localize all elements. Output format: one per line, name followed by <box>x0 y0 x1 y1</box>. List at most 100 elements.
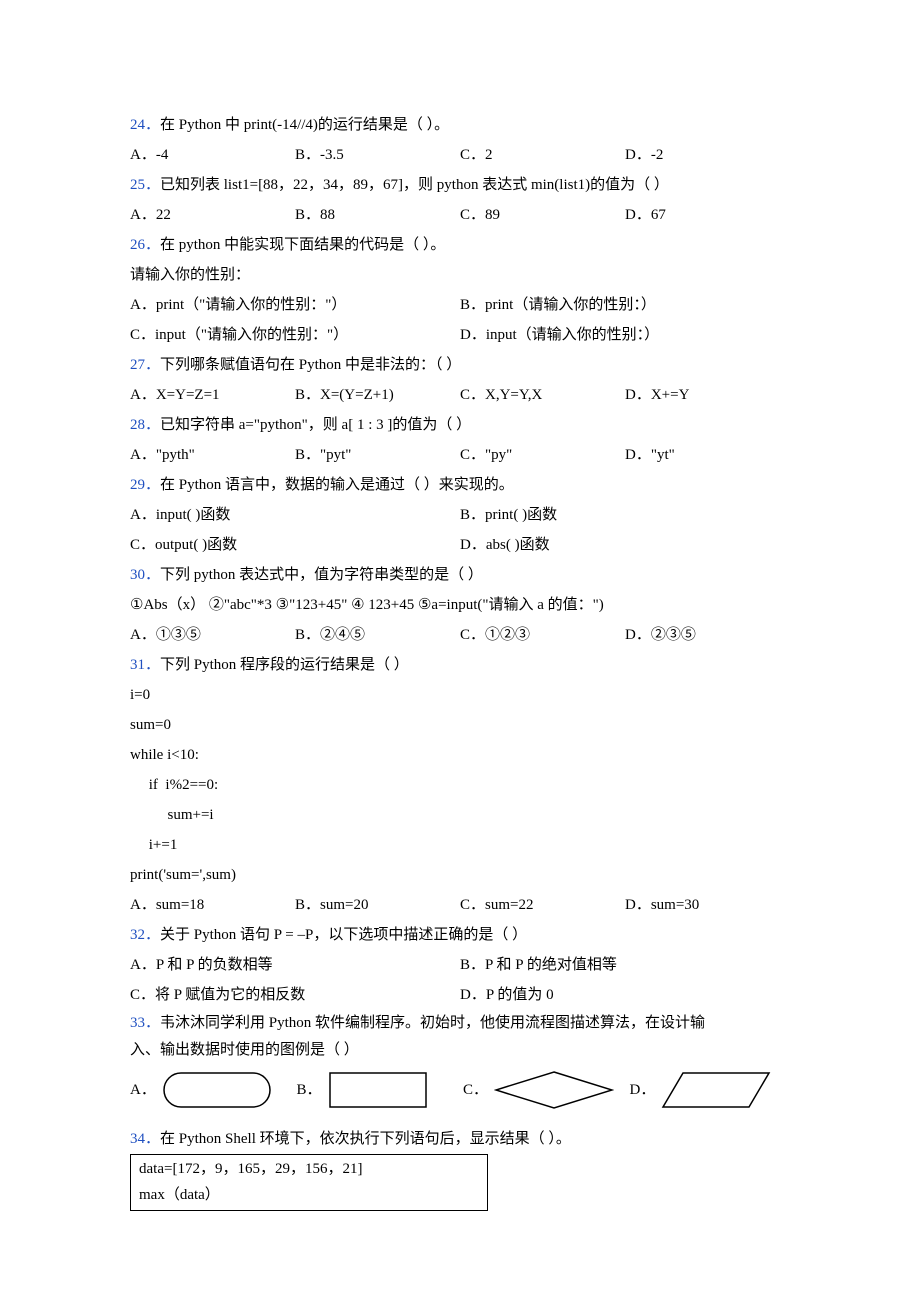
qnum-29: 29． <box>130 477 160 493</box>
opt-32-a: A．P 和 P 的负数相等 <box>130 950 460 980</box>
opt-27-d: D．X+=Y <box>625 380 790 410</box>
options-31: A．sum=18 B．sum=20 C．sum=22 D．sum=30 <box>130 890 790 920</box>
qnum-25: 25． <box>130 177 160 193</box>
options-33: A． B． C． D． <box>130 1070 790 1110</box>
opt-28-c: C．"py" <box>460 440 625 470</box>
question-28: 28．已知字符串 a="python"，则 a[ 1 : 3 ]的值为（ ） <box>130 410 790 440</box>
qtext-34: 在 Python Shell 环境下，依次执行下列语句后，显示结果（ ）。 <box>160 1131 571 1147</box>
question-32: 32．关于 Python 语句 P = –P，以下选项中描述正确的是（ ） <box>130 920 790 950</box>
question-31: 31．下列 Python 程序段的运行结果是（ ） <box>130 650 790 680</box>
diamond-icon <box>494 1070 614 1110</box>
opt-33-a: A． <box>130 1071 291 1109</box>
code-31-1: i=0 <box>130 680 790 710</box>
opt-32-c: C．将 P 赋值为它的相反数 <box>130 980 460 1010</box>
opt-30-c: C．①②③ <box>460 620 625 650</box>
qtext-28: 已知字符串 a="python"，则 a[ 1 : 3 ]的值为（ ） <box>160 417 471 433</box>
options-32-row1: A．P 和 P 的负数相等 B．P 和 P 的绝对值相等 <box>130 950 790 980</box>
code-31-3: while i<10: <box>130 740 790 770</box>
qtext-27: 下列哪条赋值语句在 Python 中是非法的：（ ） <box>160 357 461 373</box>
qtext-30: 下列 python 表达式中，值为字符串类型的是（ ） <box>160 567 483 583</box>
qtext-24: 在 Python 中 print(-14//4)的运行结果是（ ）。 <box>160 117 449 133</box>
code-31-4: if i%2==0: <box>130 770 790 800</box>
qtext-33-2: 入、输出数据时使用的图例是（ ） <box>130 1037 790 1064</box>
opt-28-b: B．"pyt" <box>295 440 460 470</box>
opt-33-b: B． <box>297 1071 458 1109</box>
opt-24-a: A．-4 <box>130 140 295 170</box>
options-29-row2: C．output( )函数 D．abs( )函数 <box>130 530 790 560</box>
opt-32-b: B．P 和 P 的绝对值相等 <box>460 950 790 980</box>
opt-27-b: B．X=(Y=Z+1) <box>295 380 460 410</box>
options-30: A．①③⑤ B．②④⑤ C．①②③ D．②③⑤ <box>130 620 790 650</box>
opt-30-d: D．②③⑤ <box>625 620 790 650</box>
qtext-26: 在 python 中能实现下面结果的代码是（ ）。 <box>160 237 445 253</box>
opt-31-d: D．sum=30 <box>625 890 790 920</box>
items-30: ①Abs（x） ②"abc"*3 ③"123+45" ④ 123+45 ⑤a=i… <box>130 590 790 620</box>
opt-26-d: D．input（请输入你的性别：） <box>460 320 790 350</box>
opt-32-d: D．P 的值为 0 <box>460 980 790 1010</box>
codebox-34: data=[172，9，165，29，156，21] max（data） <box>130 1154 488 1211</box>
question-25: 25．已知列表 list1=[88，22，34，89，67]，则 python … <box>130 170 790 200</box>
options-32-row2: C．将 P 赋值为它的相反数 D．P 的值为 0 <box>130 980 790 1010</box>
qnum-31: 31． <box>130 657 160 673</box>
opt-30-b: B．②④⑤ <box>295 620 460 650</box>
opt-33-c: C． <box>463 1070 624 1110</box>
page-content: 24．在 Python 中 print(-14//4)的运行结果是（ ）。 A．… <box>0 0 920 1311</box>
options-26-row2: C．input（"请输入你的性别："） D．input（请输入你的性别：） <box>130 320 790 350</box>
opt-26-a: A．print（"请输入你的性别："） <box>130 290 460 320</box>
opt-31-a: A．sum=18 <box>130 890 295 920</box>
code-31-2: sum=0 <box>130 710 790 740</box>
code-31-7: print('sum=',sum) <box>130 860 790 890</box>
question-27: 27．下列哪条赋值语句在 Python 中是非法的：（ ） <box>130 350 790 380</box>
options-24: A．-4 B．-3.5 C．2 D．-2 <box>130 140 790 170</box>
options-25: A．22 B．88 C．89 D．67 <box>130 200 790 230</box>
options-29-row1: A．input( )函数 B．print( )函数 <box>130 500 790 530</box>
opt-29-a: A．input( )函数 <box>130 500 460 530</box>
qnum-26: 26． <box>130 237 160 253</box>
question-29: 29．在 Python 语言中，数据的输入是通过（ ）来实现的。 <box>130 470 790 500</box>
code-34-1: data=[172，9，165，29，156，21] <box>139 1157 479 1183</box>
opt-29-d: D．abs( )函数 <box>460 530 790 560</box>
qnum-32: 32． <box>130 927 160 943</box>
qtext-29: 在 Python 语言中，数据的输入是通过（ ）来实现的。 <box>160 477 514 493</box>
opt-25-a: A．22 <box>130 200 295 230</box>
opt-33-a-label: A． <box>130 1075 156 1105</box>
opt-24-c: C．2 <box>460 140 625 170</box>
qnum-24: 24． <box>130 117 160 133</box>
options-28: A．"pyth" B．"pyt" C．"py" D．"yt" <box>130 440 790 470</box>
qtext-32: 关于 Python 语句 P = –P，以下选项中描述正确的是（ ） <box>160 927 527 943</box>
qnum-30: 30． <box>130 567 160 583</box>
opt-26-c: C．input（"请输入你的性别："） <box>130 320 460 350</box>
qnum-27: 27． <box>130 357 160 373</box>
question-34: 34．在 Python Shell 环境下，依次执行下列语句后，显示结果（ ）。 <box>130 1124 790 1154</box>
opt-33-c-label: C． <box>463 1075 488 1105</box>
prompt-26: 请输入你的性别： <box>130 260 790 290</box>
parallelogram-icon <box>661 1071 771 1109</box>
opt-25-b: B．88 <box>295 200 460 230</box>
question-30: 30．下列 python 表达式中，值为字符串类型的是（ ） <box>130 560 790 590</box>
qnum-34: 34． <box>130 1131 160 1147</box>
opt-24-d: D．-2 <box>625 140 790 170</box>
qtext-25: 已知列表 list1=[88，22，34，89，67]，则 python 表达式… <box>160 177 669 193</box>
opt-33-d: D． <box>630 1071 791 1109</box>
code-31-5: sum+=i <box>130 800 790 830</box>
opt-31-c: C．sum=22 <box>460 890 625 920</box>
options-26-row1: A．print（"请输入你的性别："） B．print（请输入你的性别：） <box>130 290 790 320</box>
opt-27-c: C．X,Y=Y,X <box>460 380 625 410</box>
rectangle-icon <box>328 1071 428 1109</box>
opt-24-b: B．-3.5 <box>295 140 460 170</box>
options-27: A．X=Y=Z=1 B．X=(Y=Z+1) C．X,Y=Y,X D．X+=Y <box>130 380 790 410</box>
opt-27-a: A．X=Y=Z=1 <box>130 380 295 410</box>
opt-31-b: B．sum=20 <box>295 890 460 920</box>
opt-29-b: B．print( )函数 <box>460 500 790 530</box>
rounded-rectangle-icon <box>162 1071 272 1109</box>
qnum-28: 28． <box>130 417 160 433</box>
opt-30-a: A．①③⑤ <box>130 620 295 650</box>
opt-26-b: B．print（请输入你的性别：） <box>460 290 790 320</box>
code-31-6: i+=1 <box>130 830 790 860</box>
question-26: 26．在 python 中能实现下面结果的代码是（ ）。 <box>130 230 790 260</box>
question-33: 33．韦沐沐同学利用 Python 软件编制程序。初始时，他使用流程图描述算法，… <box>130 1010 790 1037</box>
opt-25-c: C．89 <box>460 200 625 230</box>
opt-28-d: D．"yt" <box>625 440 790 470</box>
opt-29-c: C．output( )函数 <box>130 530 460 560</box>
qtext-33-1: 韦沐沐同学利用 Python 软件编制程序。初始时，他使用流程图描述算法，在设计… <box>160 1015 705 1031</box>
